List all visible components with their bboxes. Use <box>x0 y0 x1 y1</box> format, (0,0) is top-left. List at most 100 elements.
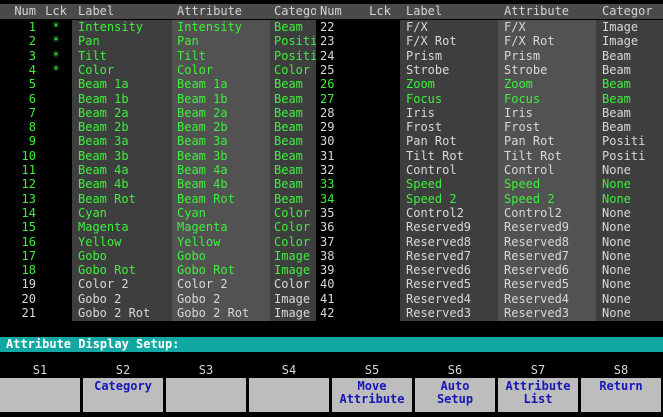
cell-lck <box>360 105 400 121</box>
table-row[interactable]: 15 Magenta Magenta Color 36 Reserved9 Reserved… <box>0 220 663 236</box>
cell-lck <box>40 205 72 221</box>
cell-cat: Beam <box>270 177 316 193</box>
softkey-text-line2: Setup <box>436 392 474 406</box>
cell-num: 9 <box>0 134 40 150</box>
cell-label: Strobe <box>400 62 498 78</box>
table-row[interactable]: 7 Beam 2a Beam 2a Beam 28 Iris Iris Beam <box>0 105 663 121</box>
cell-attr: Beam 1b <box>172 91 270 107</box>
cell-num: 32 <box>316 163 360 178</box>
cell-num: 37 <box>316 234 360 250</box>
softkey-button-s2[interactable]: Category <box>83 378 163 412</box>
cell-lck <box>40 277 72 293</box>
cell-attr: Focus <box>498 91 596 107</box>
cell-attr: Beam Rot <box>172 191 270 207</box>
cell-label: Color 2 <box>72 277 172 293</box>
softkey-label-s8: S8 <box>613 363 629 377</box>
table-row[interactable]: 18 Gobo Rot Gobo Rot Image 39 Reserved6 Reserv… <box>0 263 663 279</box>
softkey-button-s3[interactable] <box>166 378 246 412</box>
table-row[interactable]: 10 Beam 3b Beam 3b Beam 31 Tilt Rot Tilt Rot Po… <box>0 148 663 164</box>
softkey-button-s5[interactable]: Move Attribute <box>332 378 412 412</box>
cell-attr: Reserved3 <box>498 306 596 321</box>
cell-num: 28 <box>316 105 360 121</box>
cell-cat: None <box>596 220 663 236</box>
table-row[interactable]: 11 Beam 4a Beam 4a Beam 32 Control Control None <box>0 163 663 178</box>
cell-cat: Image <box>270 263 316 279</box>
cell-cat: Beam <box>270 134 316 150</box>
table-row[interactable]: 9 Beam 3a Beam 3a Beam 30 Pan Rot Pan Rot Posit… <box>0 134 663 150</box>
cell-cat: Color <box>270 220 316 236</box>
table-row[interactable]: 20 Gobo 2 Gobo 2 Image 41 Reserved4 Reserved4 N… <box>0 291 663 307</box>
softkey-button-s7[interactable]: Attribute List <box>498 378 578 412</box>
cell-attr: Reserved6 <box>498 263 596 279</box>
cell-attr: Reserved5 <box>498 277 596 293</box>
table-row[interactable]: 6 Beam 1b Beam 1b Beam 27 Focus Focus Beam <box>0 91 663 107</box>
table-row[interactable]: 5 Beam 1a Beam 1a Beam 26 Zoom Zoom Beam <box>0 77 663 93</box>
table-row[interactable]: 17 Gobo Gobo Image 38 Reserved7 Reserved7 None <box>0 248 663 264</box>
cell-cat: Beam <box>270 148 316 164</box>
cell-cat: Image <box>596 20 663 35</box>
table-row[interactable]: 21 Gobo 2 Rot Gobo 2 Rot Image 42 Reserved3 Re… <box>0 306 663 321</box>
cell-attr: Pan <box>172 34 270 50</box>
cell-num: 20 <box>0 291 40 307</box>
cell-label: Beam 4a <box>72 163 172 178</box>
header-num: Num <box>0 4 40 19</box>
cell-label: Gobo 2 <box>72 291 172 307</box>
softkey-text-line1: Category <box>94 379 152 393</box>
table-row[interactable]: 14 Cyan Cyan Color 35 Control2 Control2 None <box>0 205 663 221</box>
cell-num: 16 <box>0 234 40 250</box>
table-row[interactable]: 1 * Intensity Intensity Beam 22 F/X F/X Image <box>0 20 663 35</box>
cell-num: 39 <box>316 263 360 279</box>
cell-attr: Color 2 <box>172 277 270 293</box>
cell-lck <box>360 163 400 178</box>
cell-lck <box>40 134 72 150</box>
cell-lck: * <box>40 20 72 35</box>
cell-label: F/X Rot <box>400 34 498 50</box>
softkey-button-s6[interactable]: Auto Setup <box>415 378 495 412</box>
cell-label: Beam 3b <box>72 148 172 164</box>
cell-attr: Gobo 2 <box>172 291 270 307</box>
cell-label: Prism <box>400 48 498 64</box>
table-row[interactable]: 16 Yellow Yellow Color 37 Reserved8 Reserved8 N… <box>0 234 663 250</box>
cell-lck <box>40 91 72 107</box>
table-row[interactable]: 4 * Color Color Color 25 Strobe Strobe Beam <box>0 62 663 78</box>
softkey-label-s2: S2 <box>115 363 131 377</box>
cell-lck <box>360 191 400 207</box>
cell-cat: Color <box>270 234 316 250</box>
cell-cat: Color <box>270 205 316 221</box>
softkey-label-s5: S5 <box>364 363 380 377</box>
cell-label: Reserved9 <box>400 220 498 236</box>
table-row[interactable]: 13 Beam Rot Beam Rot Beam 34 Speed 2 Speed 2 No… <box>0 191 663 207</box>
cell-cat: None <box>596 277 663 293</box>
header-attribute: Attribute <box>172 4 270 19</box>
attribute-table: Num Lck Label Attribute Category Num Lck… <box>0 0 663 323</box>
softkey-text-line2: Attribute <box>339 392 405 406</box>
cell-attr: Zoom <box>498 77 596 93</box>
softkey-button-s4[interactable] <box>249 378 329 412</box>
softkey-button-s1[interactable] <box>0 378 80 412</box>
cell-attr: Color <box>172 62 270 78</box>
table-row[interactable]: 12 Beam 4b Beam 4b Beam 33 Speed Speed None <box>0 177 663 193</box>
cell-lck <box>360 220 400 236</box>
table-row[interactable]: 2 * Pan Pan Positi 23 F/X Rot F/X Rot Image <box>0 34 663 50</box>
softkey-button-s8[interactable]: Return <box>581 378 661 412</box>
cell-label: Color <box>72 62 172 78</box>
cell-lck <box>40 163 72 178</box>
cell-label: Intensity <box>72 20 172 35</box>
cell-label: Beam 4b <box>72 177 172 193</box>
table-row[interactable]: 3 * Tilt Tilt Positi 24 Prism Prism Beam <box>0 48 663 64</box>
cell-label: Yellow <box>72 234 172 250</box>
cell-attr: Beam 4b <box>172 177 270 193</box>
cell-label: Gobo 2 Rot <box>72 306 172 321</box>
cell-attr: Beam 3a <box>172 134 270 150</box>
cell-attr: Control <box>498 163 596 178</box>
cell-num: 23 <box>316 34 360 50</box>
table-row[interactable]: 8 Beam 2b Beam 2b Beam 29 Frost Frost Beam <box>0 120 663 136</box>
cell-num: 2 <box>0 34 40 50</box>
status-line: Attribute Display Setup: <box>0 337 663 352</box>
cell-cat: Beam <box>596 48 663 64</box>
table-row[interactable]: 19 Color 2 Color 2 Color 40 Reserved5 Reserved… <box>0 277 663 293</box>
cell-label: Tilt Rot <box>400 148 498 164</box>
cell-num: 25 <box>316 62 360 78</box>
cell-lck <box>40 220 72 236</box>
cell-attr: Speed 2 <box>498 191 596 207</box>
